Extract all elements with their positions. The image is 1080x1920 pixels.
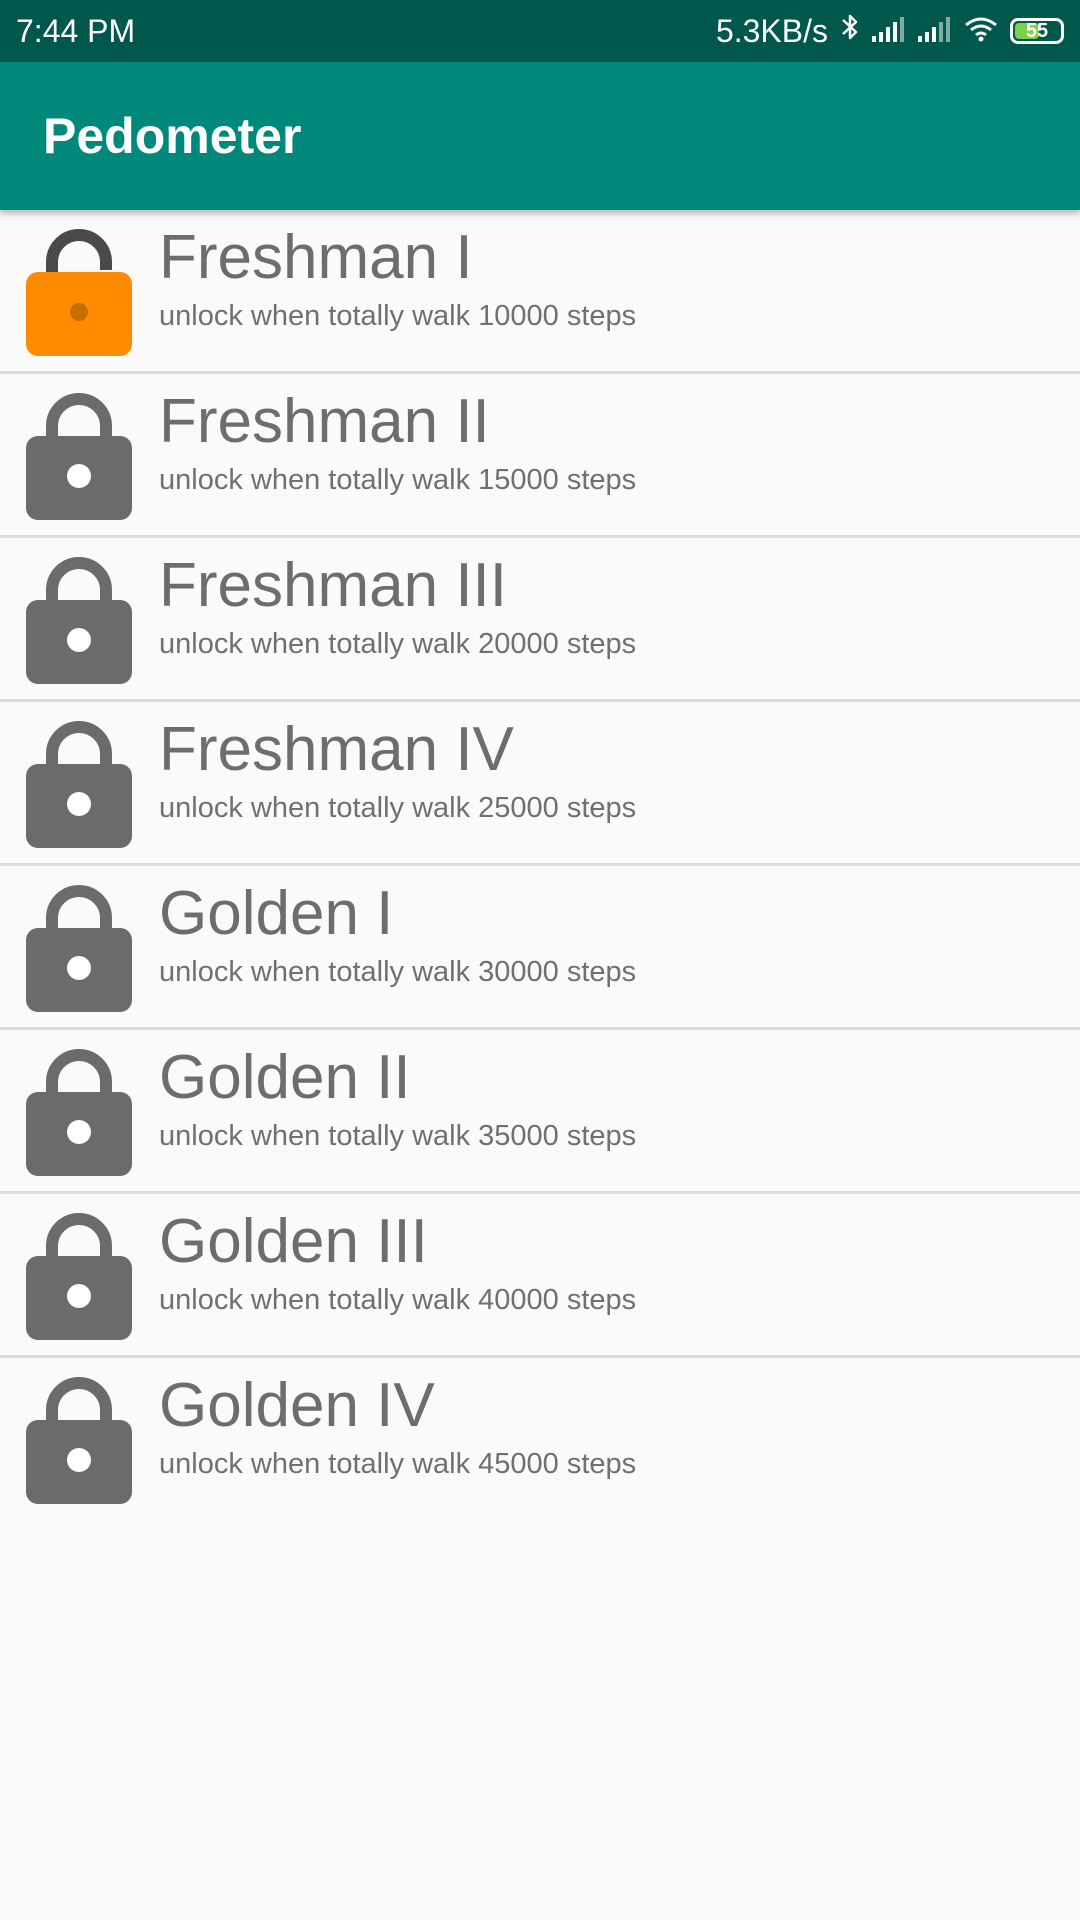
network-speed: 5.3KB/s: [715, 12, 828, 49]
bluetooth-icon: [840, 12, 860, 50]
achievement-title: Golden III: [159, 1207, 428, 1276]
achievement-title: Freshman III: [159, 551, 507, 620]
app-bar: Pedometer: [0, 62, 1080, 210]
list-item[interactable]: Freshman II unlock when totally walk 150…: [0, 374, 1080, 538]
status-bar: 7:44 PM 5.3KB/s 55: [0, 0, 1080, 62]
list-item[interactable]: Golden III unlock when totally walk 4000…: [0, 1194, 1080, 1358]
achievement-title: Golden IV: [159, 1371, 435, 1440]
lock-icon: [26, 1204, 132, 1344]
achievement-subtitle: unlock when totally walk 15000 steps: [159, 464, 637, 496]
list-item[interactable]: Golden I unlock when totally walk 30000 …: [0, 866, 1080, 1030]
list-item[interactable]: Freshman III unlock when totally walk 20…: [0, 538, 1080, 702]
achievement-subtitle: unlock when totally walk 30000 steps: [159, 956, 637, 988]
lock-icon: [26, 384, 132, 524]
achievement-subtitle: unlock when totally walk 20000 steps: [159, 628, 637, 660]
status-icons: 5.3KB/s 55: [716, 12, 1064, 50]
achievement-title: Freshman IV: [159, 715, 514, 784]
list-item[interactable]: Golden II unlock when totally walk 35000…: [0, 1030, 1080, 1194]
achievement-title: Freshman II: [159, 387, 490, 456]
achievement-subtitle: unlock when totally walk 10000 steps: [159, 300, 637, 332]
achievement-subtitle: unlock when totally walk 45000 steps: [159, 1448, 637, 1480]
unlocked-lock-icon: [26, 220, 132, 360]
battery-percent: 55: [1025, 20, 1049, 42]
list-item[interactable]: Freshman I unlock when totally walk 1000…: [0, 210, 1080, 374]
list-item[interactable]: Golden IV unlock when totally walk 45000…: [0, 1358, 1080, 1519]
achievement-list: Freshman I unlock when totally walk 1000…: [0, 210, 1080, 1519]
achievement-title: Freshman I: [159, 223, 473, 292]
lock-icon: [26, 1368, 132, 1508]
status-time: 7:44 PM: [16, 12, 136, 49]
page-title: Pedometer: [43, 108, 302, 164]
lock-icon: [26, 876, 132, 1016]
lock-icon: [26, 712, 132, 852]
achievement-title: Golden II: [159, 1043, 411, 1112]
achievement-title: Golden I: [159, 879, 394, 948]
achievement-subtitle: unlock when totally walk 25000 steps: [159, 792, 637, 824]
wifi-icon: [964, 13, 998, 50]
battery-icon: 55: [1010, 18, 1064, 44]
list-item[interactable]: Freshman IV unlock when totally walk 250…: [0, 702, 1080, 866]
lock-icon: [26, 1040, 132, 1180]
achievement-subtitle: unlock when totally walk 35000 steps: [159, 1120, 637, 1152]
signal-icon: [872, 13, 906, 50]
lock-icon: [26, 548, 132, 688]
signal-icon: [918, 13, 952, 50]
achievement-subtitle: unlock when totally walk 40000 steps: [159, 1284, 637, 1316]
